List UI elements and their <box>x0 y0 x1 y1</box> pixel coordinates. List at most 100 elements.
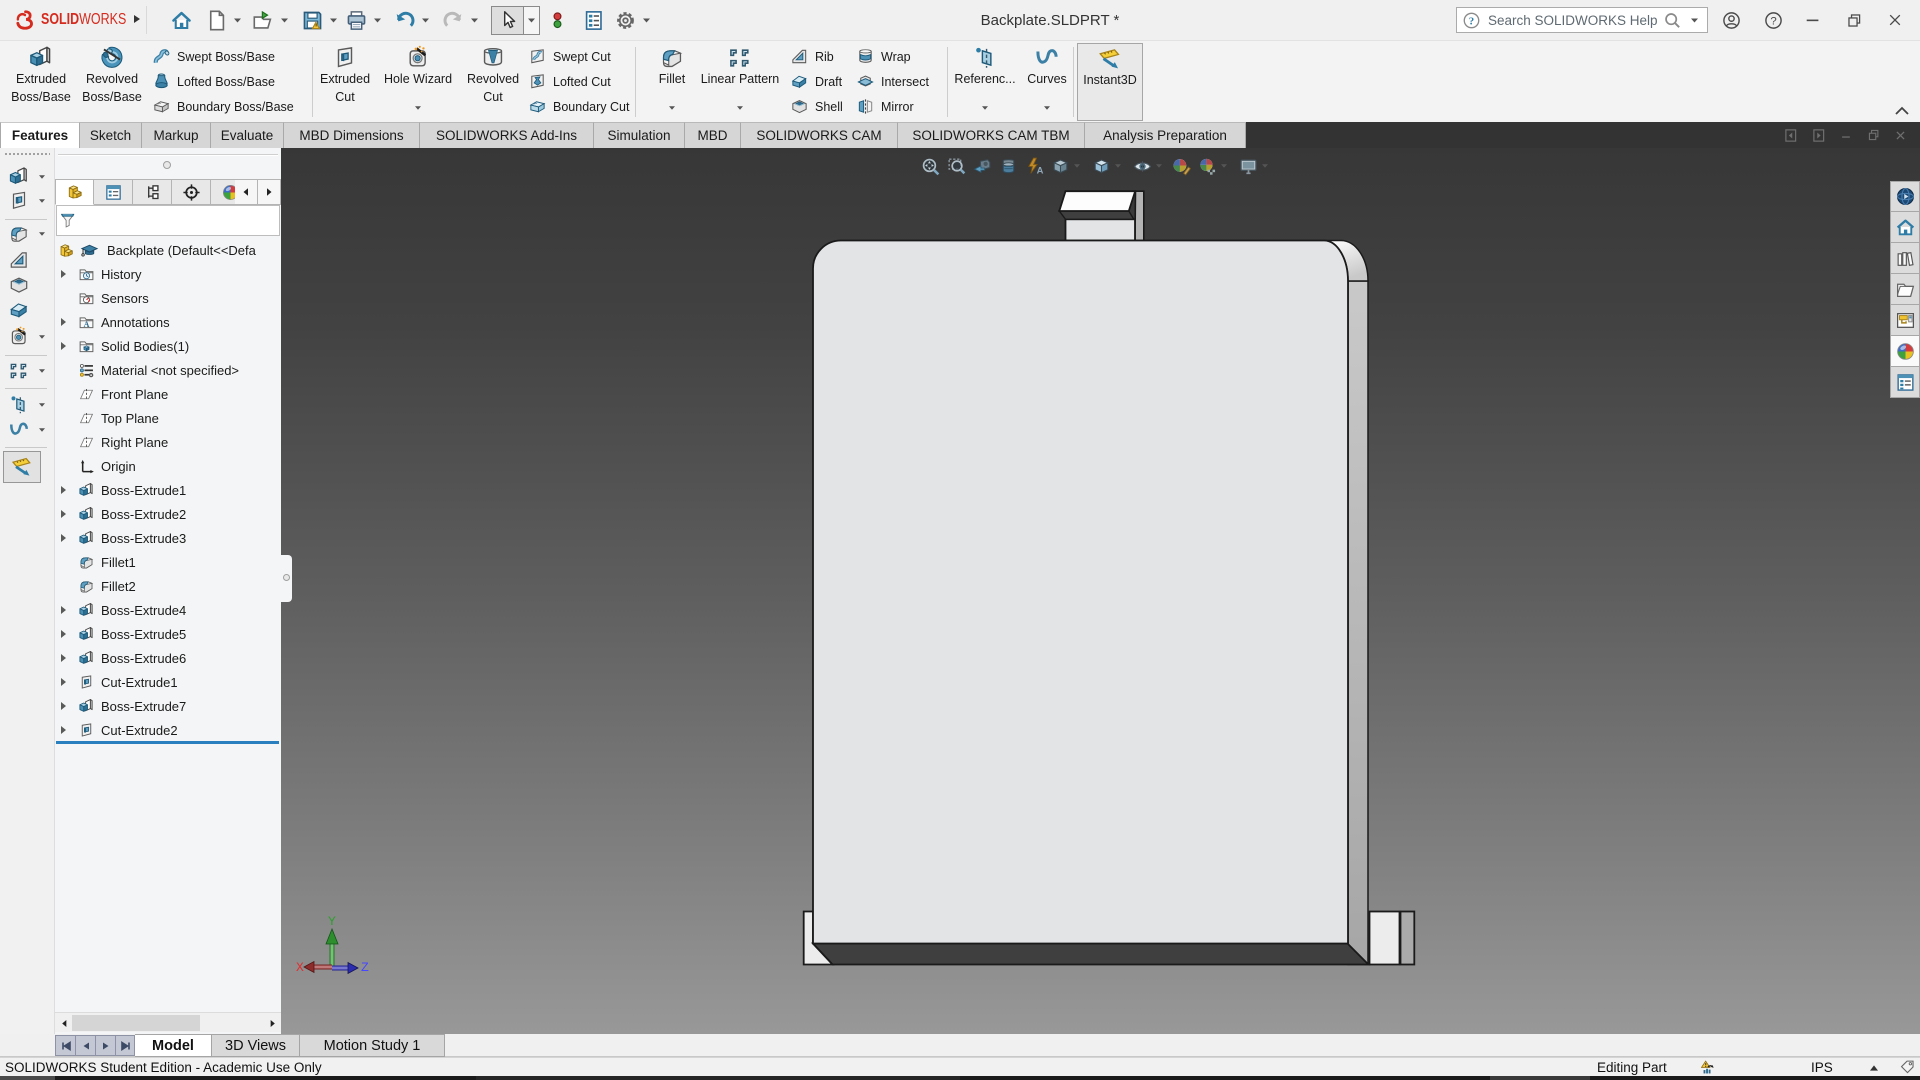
go-next-icon[interactable] <box>95 1035 115 1056</box>
options-button[interactable] <box>612 4 638 36</box>
side-extruded-cut-button[interactable] <box>8 190 30 212</box>
expand-arrow-icon[interactable] <box>59 509 69 519</box>
unit-system-text[interactable]: IPS <box>1811 1058 1833 1077</box>
minimize-document-icon[interactable] <box>1840 128 1854 142</box>
minimize-button[interactable] <box>1804 11 1822 29</box>
open-dropdown-icon[interactable] <box>276 4 292 36</box>
open-button[interactable] <box>250 4 276 36</box>
ribbon-boundary-cut-button[interactable]: Boundary Cut <box>528 94 629 119</box>
hud-dynamic-annotation-views-button[interactable]: A <box>1021 151 1047 181</box>
side-hole-wizard-button[interactable] <box>8 326 30 348</box>
account-button[interactable] <box>1722 11 1741 30</box>
side-hole-wizard-dropdown-icon[interactable] <box>38 334 46 340</box>
search-dropdown-icon[interactable] <box>1690 17 1699 24</box>
tree-item-fillet1[interactable]: Fillet1 <box>55 550 281 574</box>
panel-tab-featuremanager[interactable] <box>55 179 94 205</box>
backplate-3d-part[interactable] <box>790 185 1430 975</box>
hud-display-style-button[interactable] <box>1088 151 1114 181</box>
tree-item-sensors[interactable]: Sensors <box>55 286 281 310</box>
tree-item-front-plane[interactable]: Front Plane <box>55 382 281 406</box>
search-box[interactable]: ? Search SOLIDWORKS Help <box>1456 7 1708 33</box>
redo-dropdown-icon[interactable] <box>466 4 482 36</box>
toolbar-drag-handle[interactable] <box>4 152 50 157</box>
expand-arrow-icon[interactable] <box>59 317 69 327</box>
hud-apply-scene-button[interactable] <box>1194 151 1220 181</box>
ribbon-revolved-cut-button[interactable]: Revolved Cut <box>455 43 531 121</box>
tree-item-cut-extrude1[interactable]: Cut-Extrude1 <box>55 670 281 694</box>
ribbon-wrap-button[interactable]: Wrap <box>856 44 911 69</box>
tree-item-boss-extrude6[interactable]: Boss-Extrude6 <box>55 646 281 670</box>
side-linear-pattern-button[interactable] <box>8 360 30 382</box>
undo-button[interactable] <box>391 4 417 36</box>
scrollbar-thumb[interactable] <box>72 1015 200 1031</box>
ribbon-swept-boss-base-button[interactable]: Swept Boss/Base <box>152 44 275 69</box>
tree-item-history[interactable]: History <box>55 262 281 286</box>
tree-item-solid-bodies-1-[interactable]: Solid Bodies(1) <box>55 334 281 358</box>
tree-item-boss-extrude2[interactable]: Boss-Extrude2 <box>55 502 281 526</box>
ribbon-boundary-boss-base-button[interactable]: Boundary Boss/Base <box>152 94 294 119</box>
taskpane-solidworks-resources-tab[interactable] <box>1890 181 1920 212</box>
tab-simulation[interactable]: Simulation <box>594 122 685 148</box>
panel-tab-dimxpertmanager[interactable] <box>172 179 211 205</box>
hud-zoom-to-fit-button[interactable] <box>917 151 943 181</box>
side-fillet-dropdown-icon[interactable] <box>38 231 46 237</box>
graphics-viewport[interactable]: A Y X Z <box>281 148 1920 1034</box>
tab-solidworks-cam[interactable]: SOLIDWORKS CAM <box>741 122 898 148</box>
hud-edit-appearance-button[interactable] <box>1168 151 1194 181</box>
restore-button[interactable] <box>1846 12 1863 29</box>
scroll-right-icon[interactable] <box>264 1015 280 1031</box>
tree-item-origin[interactable]: Origin <box>55 454 281 478</box>
tab-markup[interactable]: Markup <box>142 122 211 148</box>
tree-item-cut-extrude2[interactable]: Cut-Extrude2 <box>55 718 281 742</box>
scroll-left-icon[interactable] <box>56 1015 72 1031</box>
ribbon-intersect-button[interactable]: Intersect <box>856 69 929 94</box>
close-document-icon[interactable] <box>1894 129 1907 142</box>
next-window-icon[interactable] <box>1812 128 1827 143</box>
tree-item-boss-extrude1[interactable]: Boss-Extrude1 <box>55 478 281 502</box>
hud-section-view-button[interactable] <box>995 151 1021 181</box>
go-last-icon[interactable] <box>115 1035 135 1056</box>
hud-display-style-dropdown-icon[interactable] <box>1114 163 1125 169</box>
hud-hide-show-items-button[interactable] <box>1129 151 1155 181</box>
tree-filter-box[interactable] <box>56 205 280 236</box>
ribbon-draft-button[interactable]: Draft <box>790 69 842 94</box>
file-properties-button[interactable] <box>580 4 606 36</box>
hud-hide-show-items-dropdown-icon[interactable] <box>1155 163 1166 169</box>
expand-arrow-icon[interactable] <box>59 677 69 687</box>
expand-arrow-icon[interactable] <box>59 341 69 351</box>
undo-dropdown-icon[interactable] <box>417 4 433 36</box>
ribbon-collapse-icon[interactable] <box>1894 106 1910 118</box>
tree-item-boss-extrude3[interactable]: Boss-Extrude3 <box>55 526 281 550</box>
hud-previous-view-button[interactable] <box>969 151 995 181</box>
tag-icon[interactable] <box>1899 1059 1916 1076</box>
search-input[interactable]: Search SOLIDWORKS Help <box>1481 13 1663 28</box>
panel-collapse-knob[interactable] <box>163 161 171 169</box>
tab-solidworks-add-ins[interactable]: SOLIDWORKS Add-Ins <box>420 122 594 148</box>
tab-solidworks-cam-tbm[interactable]: SOLIDWORKS CAM TBM <box>898 122 1085 148</box>
expand-arrow-icon[interactable] <box>59 653 69 663</box>
expand-arrow-icon[interactable] <box>59 605 69 615</box>
hud-zoom-to-area-button[interactable] <box>943 151 969 181</box>
select-dropdown-icon[interactable] <box>524 5 540 35</box>
print-dropdown-icon[interactable] <box>369 4 385 36</box>
ribbon-hole-wizard-button[interactable]: Hole Wizard <box>380 43 456 121</box>
taskpane-home-tab[interactable] <box>1890 212 1920 243</box>
expand-arrow-icon[interactable] <box>59 269 69 279</box>
taskpane-custom-properties-tab[interactable] <box>1890 367 1920 398</box>
expand-arrow-icon[interactable] <box>59 533 69 543</box>
units-dropdown-icon[interactable] <box>1869 1064 1879 1072</box>
tree-item-boss-extrude7[interactable]: Boss-Extrude7 <box>55 694 281 718</box>
taskpane-view-palette-tab[interactable] <box>1890 305 1920 336</box>
display-states-button[interactable] <box>544 4 570 36</box>
save-button[interactable] <box>299 4 325 36</box>
ribbon-extruded-cut-button[interactable]: Extruded Cut <box>308 43 382 121</box>
side-extruded-boss-base-button[interactable] <box>8 166 30 188</box>
tree-item-material-not-specified-[interactable]: Material <not specified> <box>55 358 281 382</box>
tab-features[interactable]: Features <box>0 122 80 148</box>
tab-analysis-preparation[interactable]: Analysis Preparation <box>1085 122 1246 148</box>
panel-tabs-scroll-right-icon[interactable] <box>258 179 281 205</box>
toolbar-flyout-icon[interactable] <box>131 13 141 25</box>
select-button[interactable] <box>491 5 524 35</box>
options-dropdown-icon[interactable] <box>638 4 654 36</box>
expand-arrow-icon[interactable] <box>59 725 69 735</box>
